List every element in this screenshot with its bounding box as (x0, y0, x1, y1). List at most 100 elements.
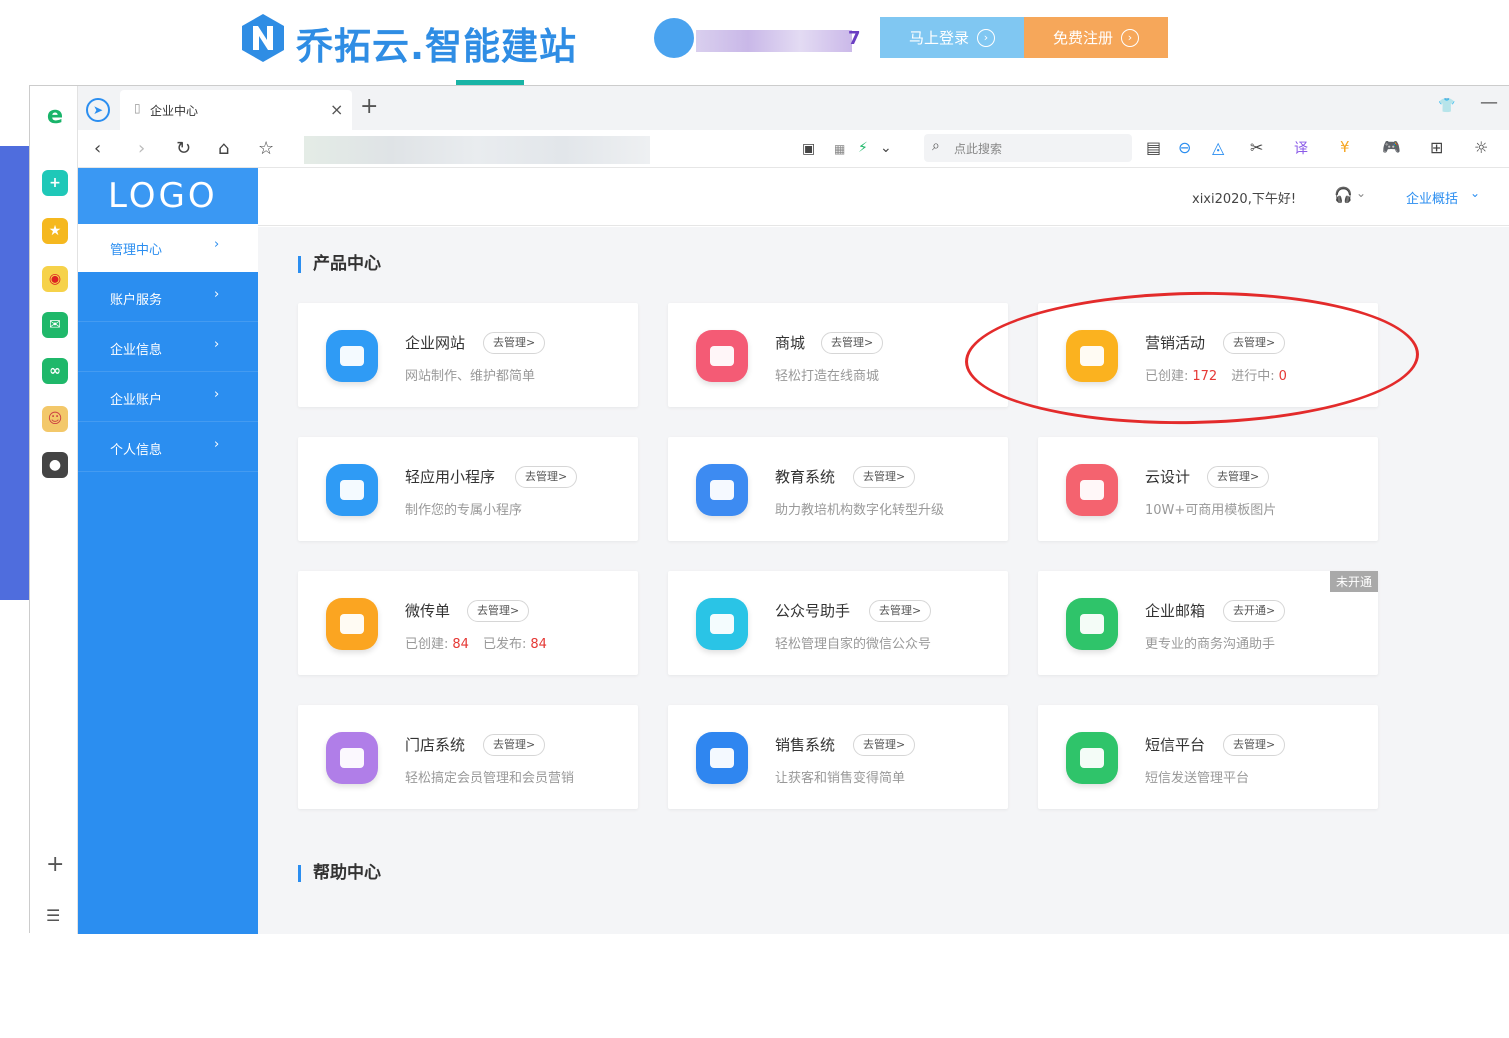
product-icon-glyph (1080, 748, 1104, 768)
product-card[interactable]: 商城 去管理> 轻松打造在线商城 (668, 303, 1008, 407)
brand-logo-icon (242, 14, 284, 62)
gamepad-icon[interactable]: 🎮 (1382, 138, 1401, 156)
product-card[interactable]: 微传单 去管理> 已创建: 84 已发布: 84 (298, 571, 638, 675)
manage-button[interactable]: 去管理> (821, 332, 884, 354)
product-icon-glyph (1080, 614, 1104, 634)
overview-dropdown[interactable]: 企业概括 (1406, 188, 1458, 207)
navigation-arrow-icon[interactable]: ➤ (86, 98, 110, 122)
product-icon (1066, 732, 1118, 784)
back-icon[interactable]: ‹ (94, 138, 101, 159)
product-card[interactable]: 门店系统 去管理> 轻松搞定会员管理和会员营销 (298, 705, 638, 809)
product-card[interactable]: 公众号助手 去管理> 轻松管理自家的微信公众号 (668, 571, 1008, 675)
forward-icon[interactable]: › (138, 138, 145, 159)
product-card[interactable]: 轻应用小程序 去管理> 制作您的专属小程序 (298, 437, 638, 541)
sidebar-item-label: 企业信息 (110, 343, 163, 358)
product-icon-glyph (1080, 480, 1104, 500)
sidebar-item-enterprise-info[interactable]: 企业信息 › (78, 324, 258, 372)
product-card[interactable]: 短信平台 去管理> 短信发送管理平台 (1038, 705, 1378, 809)
game-avatar-icon[interactable]: ☺ (42, 406, 68, 432)
plus-app-icon[interactable]: + (42, 170, 68, 196)
mail-icon[interactable]: ✉ (42, 312, 68, 338)
brightness-icon[interactable]: ☼ (1474, 138, 1488, 157)
product-icon (696, 732, 748, 784)
sidebar-item-enterprise-account[interactable]: 企业账户 › (78, 374, 258, 422)
user-avatar[interactable] (654, 18, 694, 58)
manage-button[interactable]: 去管理> (1207, 466, 1270, 488)
manage-button[interactable]: 去管理> (483, 734, 546, 756)
refresh-icon[interactable]: ↻ (176, 138, 191, 159)
chevron-right-icon: › (214, 437, 220, 452)
product-description: 制作您的专属小程序 (405, 503, 523, 518)
product-description: 助力教培机构数字化转型升级 (775, 503, 945, 518)
reader-icon[interactable]: ▤ (1146, 138, 1161, 157)
product-name: 教育系统 (775, 468, 836, 486)
manage-button[interactable]: 去管理> (515, 466, 578, 488)
product-name: 商城 (775, 334, 806, 352)
scissors-icon[interactable]: ✂ (1250, 138, 1263, 157)
app-store-icon[interactable]: ◬ (1212, 138, 1224, 157)
login-button[interactable]: 马上登录 › (880, 17, 1024, 58)
product-icon-glyph (710, 614, 734, 634)
minus-circle-icon[interactable]: ⊖ (1178, 138, 1191, 157)
product-icon-glyph (340, 480, 364, 500)
product-icon-glyph (710, 480, 734, 500)
sidebar-item-management-center[interactable]: 管理中心 › (78, 224, 258, 272)
minimize-icon[interactable]: — (1480, 92, 1498, 113)
new-tab-icon[interactable]: + (360, 94, 378, 119)
sidebar-item-account-services[interactable]: 账户服务 › (78, 274, 258, 322)
product-description: 短信发送管理平台 (1145, 771, 1250, 786)
product-description: 已创建: 84 已发布: 84 (405, 633, 561, 652)
section-title-products: 产品中心 (298, 256, 381, 273)
app-logo: LOGO (78, 168, 258, 224)
product-icon-glyph (710, 346, 734, 366)
manage-button[interactable]: 去管理> (853, 466, 916, 488)
shirt-icon[interactable]: 👕 (1438, 98, 1455, 114)
list-icon[interactable]: ☰ (46, 906, 60, 925)
product-icon (1066, 464, 1118, 516)
sidebar-item-personal-info[interactable]: 个人信息 › (78, 424, 258, 472)
manage-button[interactable]: 去管理> (467, 600, 530, 622)
product-icon (696, 598, 748, 650)
product-card[interactable]: 企业网站 去管理> 网站制作、维护都简单 (298, 303, 638, 407)
close-icon[interactable]: × (330, 100, 343, 119)
security-icon[interactable]: ▣ (802, 141, 815, 157)
tab-enterprise-center[interactable]: ▯ 企业中心 × (120, 90, 352, 130)
manage-button[interactable]: 去管理> (869, 600, 932, 622)
product-name: 销售系统 (775, 736, 836, 754)
address-bar[interactable] (304, 136, 650, 164)
chevron-down-icon[interactable]: ⌄ (1356, 186, 1366, 200)
product-card[interactable]: 云设计 去管理> 10W+可商用模板图片 (1038, 437, 1378, 541)
lightning-icon[interactable]: ⚡ (858, 140, 868, 156)
headset-icon[interactable]: 🎧 (1334, 186, 1353, 204)
sidebar-item-label: 个人信息 (110, 443, 163, 458)
star-icon[interactable]: ★ (42, 218, 68, 244)
manage-button[interactable]: 去管理> (1223, 734, 1286, 756)
bookmark-star-icon[interactable]: ☆ (258, 138, 274, 159)
product-card[interactable]: 企业邮箱 去开通> 更专业的商务沟通助手 未开通 (1038, 571, 1378, 675)
browser-e-icon[interactable]: e (42, 101, 68, 129)
manage-button[interactable]: 去管理> (853, 734, 916, 756)
panda-icon[interactable]: ● (42, 452, 68, 478)
qr-icon[interactable]: ▦ (834, 142, 845, 156)
grid-icon[interactable]: ⊞ (1430, 138, 1443, 157)
translate-icon[interactable]: 译 (1294, 138, 1308, 158)
page-icon: ▯ (134, 101, 141, 115)
home-icon[interactable]: ⌂ (218, 138, 229, 159)
greeting-text: xixi2020,下午好! (1192, 192, 1297, 207)
manage-button[interactable]: 去开通> (1223, 600, 1286, 622)
add-icon[interactable]: + (46, 852, 64, 877)
link-icon[interactable]: ∞ (42, 358, 68, 384)
shield-coin-icon[interactable]: ¥ (1340, 138, 1350, 156)
help-card (298, 998, 1008, 1038)
manage-button[interactable]: 去管理> (483, 332, 546, 354)
weibo-icon[interactable]: ◉ (42, 266, 68, 292)
product-card[interactable]: 销售系统 去管理> 让获客和销售变得简单 (668, 705, 1008, 809)
browser-window: e + ★ ◉ ✉ ∞ ☺ ● + ☰ ➤ ▯ 企业中心 × + 👕 — ‹ ›… (29, 85, 1509, 1038)
chevron-down-icon[interactable]: ⌄ (880, 140, 892, 156)
chevron-down-icon[interactable]: ⌄ (1470, 186, 1480, 200)
search-input[interactable]: ⌕ 点此搜索 (924, 134, 1132, 162)
chevron-right-icon: › (214, 337, 220, 352)
product-icon (326, 598, 378, 650)
product-card[interactable]: 教育系统 去管理> 助力教培机构数字化转型升级 (668, 437, 1008, 541)
register-button[interactable]: 免费注册 › (1024, 17, 1168, 58)
